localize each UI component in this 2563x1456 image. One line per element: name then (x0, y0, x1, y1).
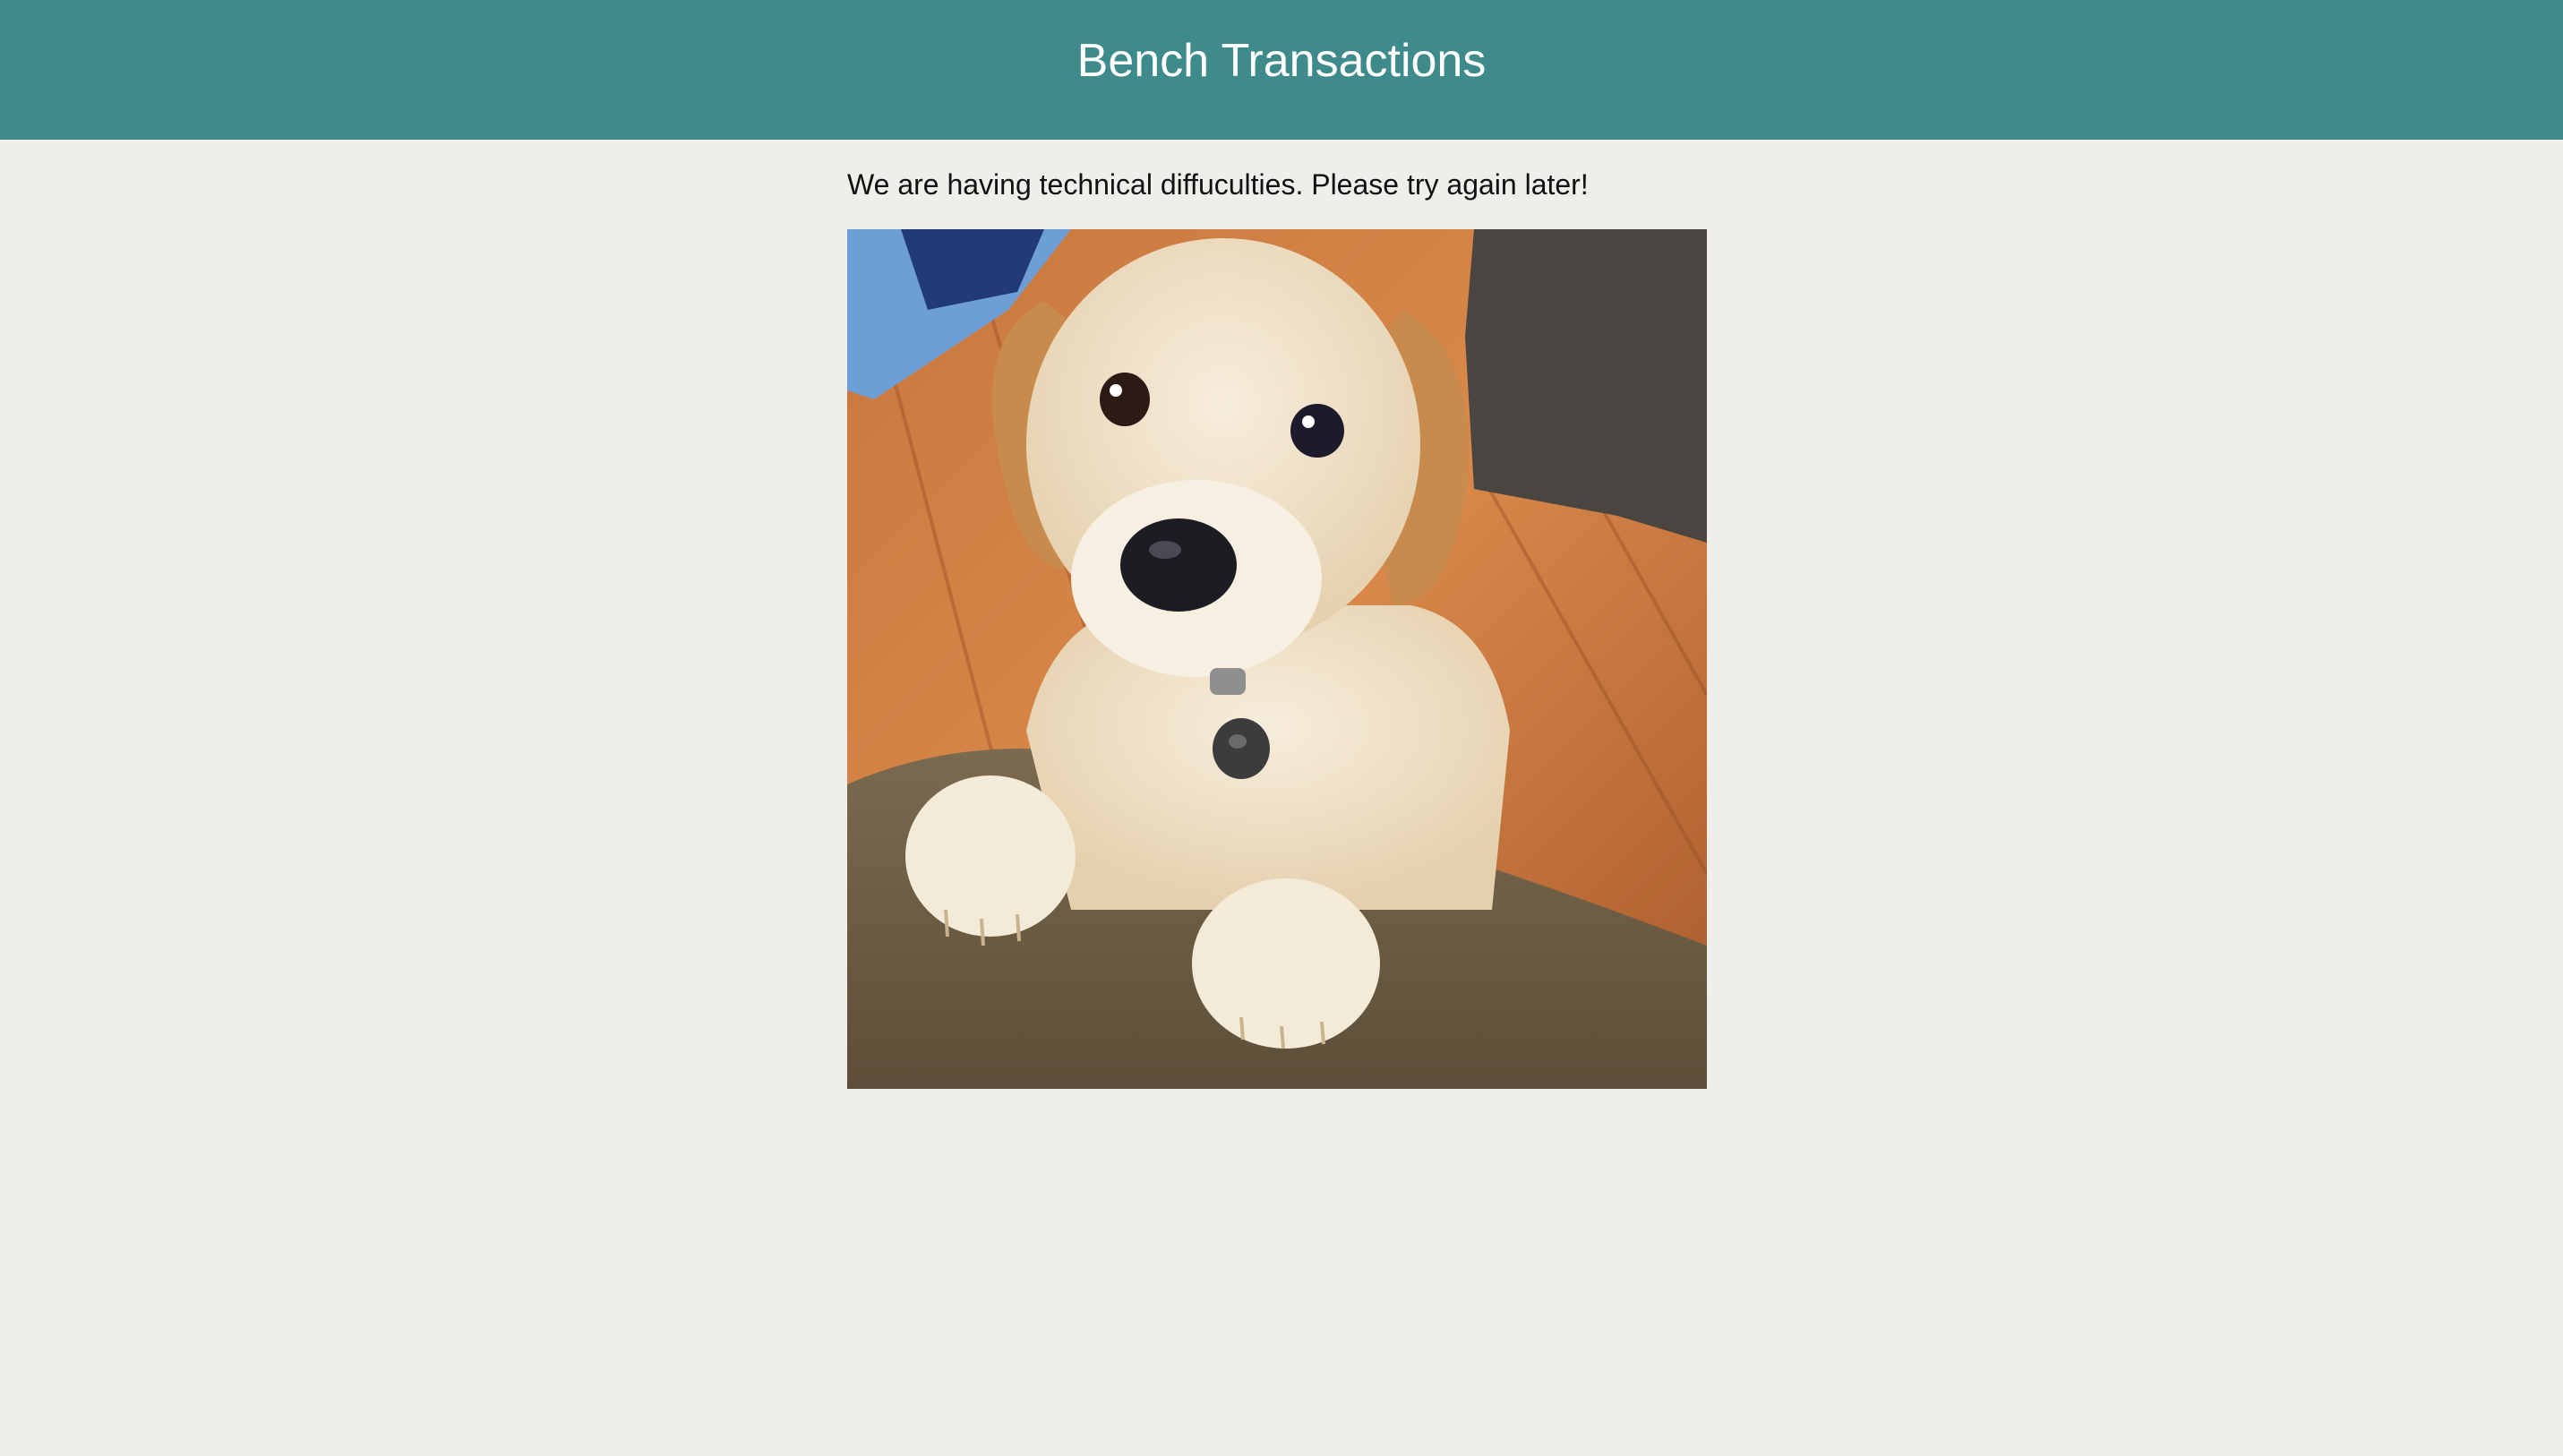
page-title: Bench Transactions (1076, 35, 1487, 87)
page-header: Bench Transactions (0, 0, 2563, 140)
error-message: We are having technical diffuculties. Pl… (847, 168, 1589, 201)
puppy-photo (847, 229, 1707, 1089)
puppy-illustration (847, 229, 1707, 1089)
main-content: We are having technical diffuculties. Pl… (847, 159, 1707, 210)
